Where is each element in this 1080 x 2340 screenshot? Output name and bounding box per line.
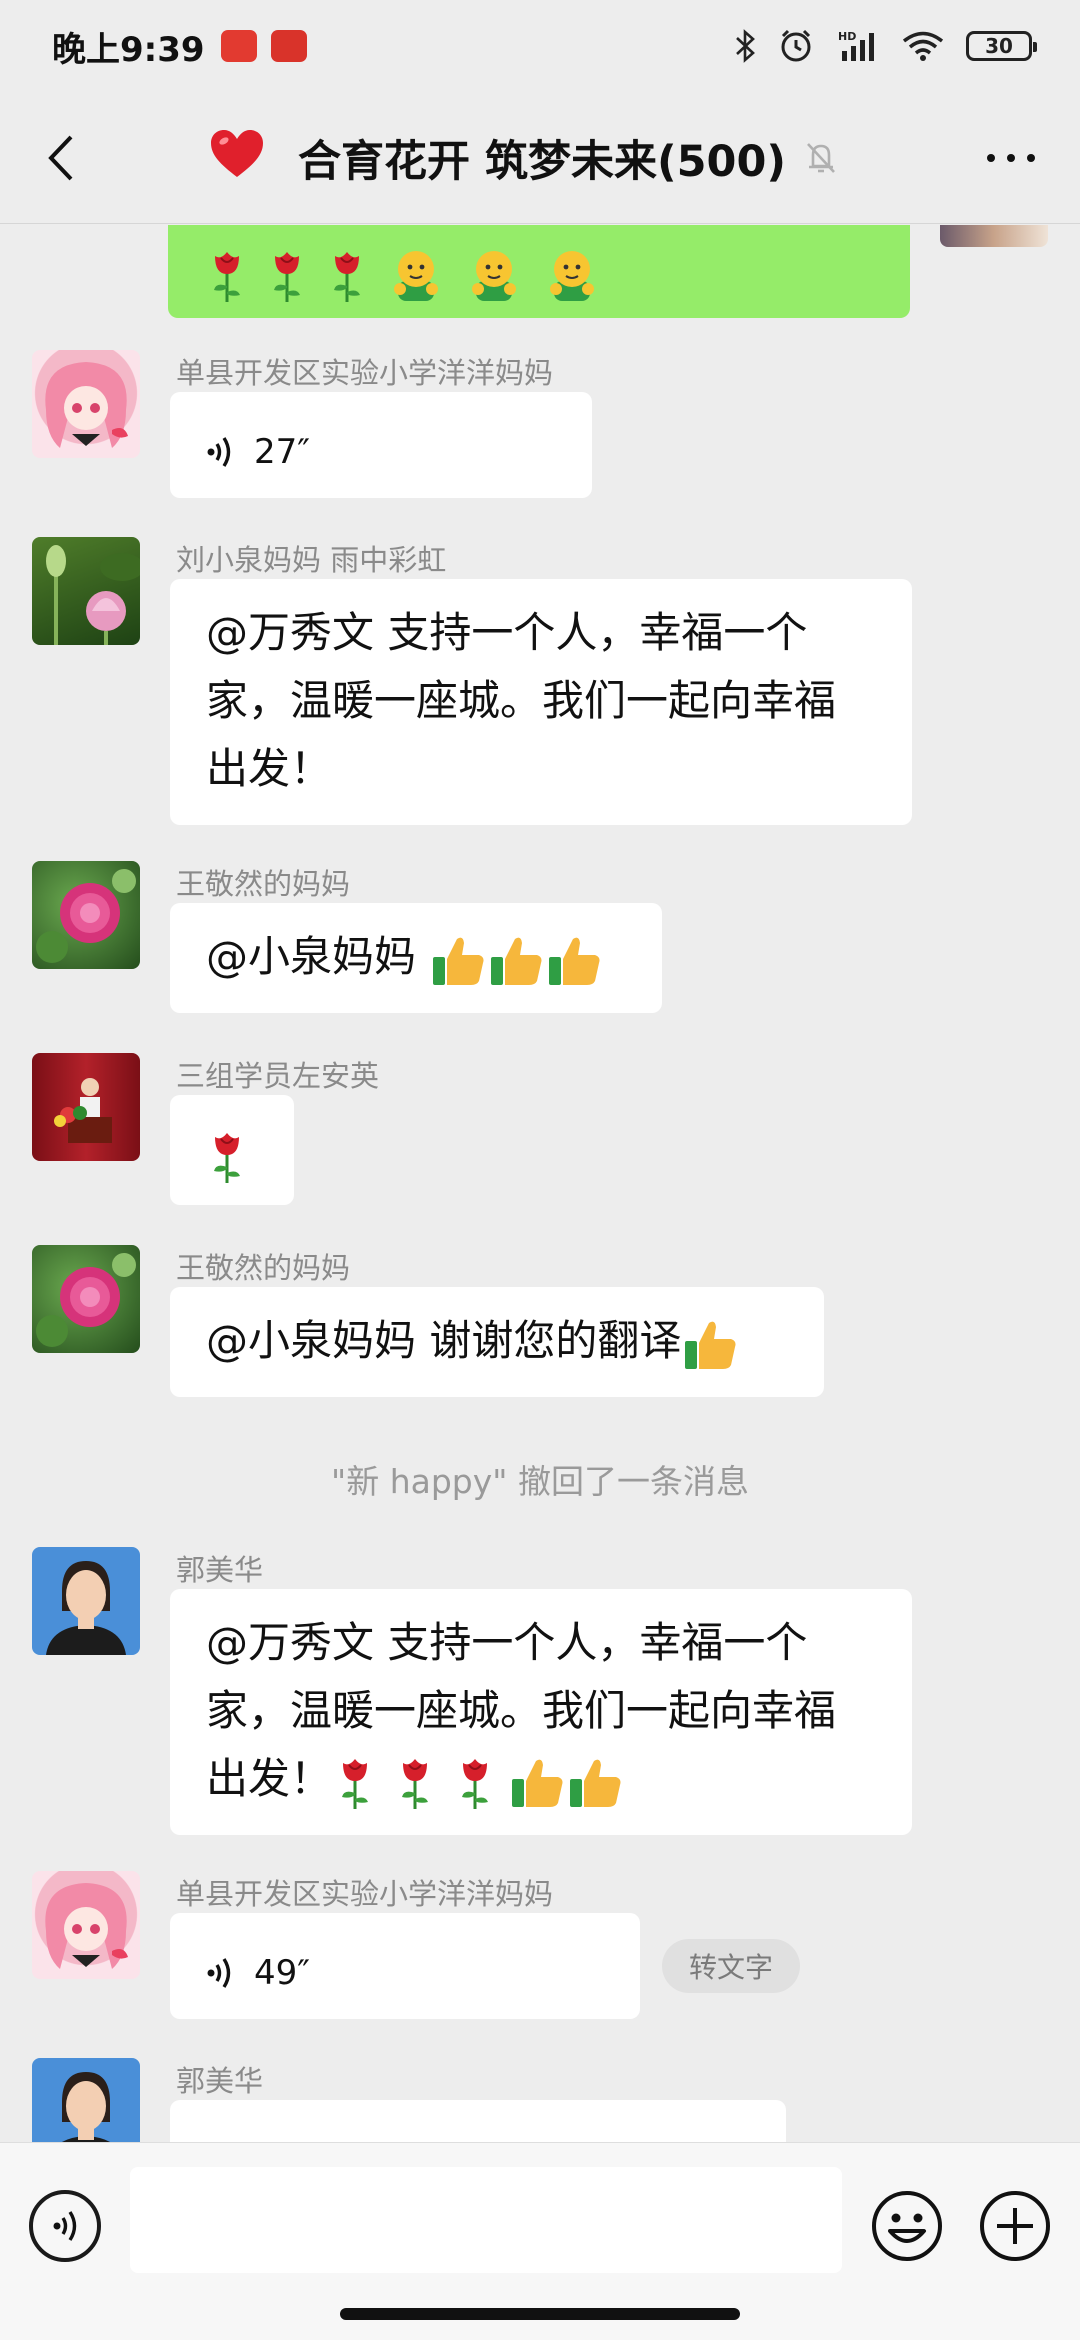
message-line-with-emoji: 出发！	[206, 1745, 876, 1813]
bluetooth-icon	[736, 29, 755, 63]
svg-text:HD: HD	[838, 30, 856, 43]
hug-emoji-icon	[550, 250, 594, 301]
message-line: 家，温暖一座城。我们一起向幸福	[206, 676, 837, 725]
back-button[interactable]	[30, 128, 90, 188]
voice-wave-icon	[207, 437, 231, 467]
more-functions-button[interactable]	[978, 2189, 1052, 2263]
thumbs-up-emoji-icon	[433, 937, 484, 985]
rose-emoji-icon	[214, 251, 240, 302]
sender-name: 郭美华	[176, 2064, 264, 2098]
sender-name: 刘小泉妈妈 雨中彩虹	[176, 543, 447, 577]
message-text: @小泉妈妈	[206, 932, 430, 981]
voice-duration: 49″	[254, 1953, 310, 1993]
hug-emoji-icon	[394, 250, 438, 301]
rose-emoji-icon	[214, 1132, 240, 1183]
text-message-bubble[interactable]: @小泉妈妈	[170, 903, 662, 1013]
wifi-icon	[902, 31, 944, 61]
avatar[interactable]	[32, 1871, 140, 1979]
thumbs-up-emoji-icon	[570, 1759, 621, 1807]
status-bar: 晚上9:39 HD 30	[0, 0, 1080, 92]
plus-icon	[980, 2191, 1050, 2261]
voice-message-bubble[interactable]: 27″	[170, 392, 592, 498]
notification-app-icon	[270, 30, 307, 62]
avatar[interactable]	[32, 1547, 140, 1655]
emoji-button[interactable]	[870, 2189, 944, 2263]
thumbs-up-emoji-icon	[549, 937, 600, 985]
rose-emoji-icon	[402, 1758, 429, 1809]
mute-bell-icon	[807, 143, 835, 173]
text-message-bubble[interactable]	[170, 2100, 786, 2142]
avatar[interactable]	[32, 537, 140, 645]
more-icon-dot	[1027, 154, 1035, 162]
message-text: @小泉妈妈 谢谢您的翻译	[206, 1316, 682, 1365]
more-icon-dot	[1007, 154, 1015, 162]
chat-messages[interactable]: 单县开发区实验小学洋洋妈妈 27″ 刘小泉妈妈 雨中彩虹 @万秀文 支持一个人，…	[0, 225, 1080, 2142]
smiley-icon	[872, 2191, 942, 2261]
rose-emoji-icon	[334, 251, 360, 302]
own-avatar[interactable]	[940, 225, 1048, 247]
rose-emoji-icon	[342, 1758, 369, 1809]
avatar-lotus-icon	[46, 545, 140, 645]
alarm-icon	[781, 29, 811, 62]
text-message-bubble[interactable]: @万秀文 支持一个人，幸福一个 家，温暖一座城。我们一起向幸福 出发！	[170, 1589, 912, 1835]
sender-name: 三组学员左安英	[176, 1059, 380, 1093]
hug-emoji-icon	[472, 250, 516, 301]
voice-input-toggle-button[interactable]	[29, 2190, 101, 2262]
message-line: @万秀文 支持一个人，幸福一个	[206, 608, 808, 657]
text-message-bubble[interactable]: @小泉妈妈 谢谢您的翻译	[170, 1287, 824, 1397]
rose-emoji-icon	[274, 251, 300, 302]
message-line: 出发！	[206, 1754, 333, 1803]
message-line: 家，温暖一座城。我们一起向幸福	[206, 1686, 837, 1735]
more-icon	[987, 154, 995, 162]
thumbs-up-emoji-icon	[512, 1759, 563, 1807]
message-line: @万秀文 支持一个人，幸福一个	[206, 1618, 808, 1667]
thumbs-up-emoji-icon	[491, 937, 542, 985]
group-title: 合育花开 筑梦未来(500)	[298, 137, 787, 187]
avatar-flower-icon	[36, 869, 136, 963]
own-message-bubble[interactable]	[168, 225, 910, 318]
voice-wave-icon	[207, 1958, 231, 1988]
avatar-anime-girl-icon	[45, 362, 128, 448]
sender-name: 王敬然的妈妈	[176, 1251, 351, 1285]
chat-title[interactable]: 合育花开 筑梦未来(500)	[210, 122, 838, 194]
sender-name: 单县开发区实验小学洋洋妈妈	[176, 356, 554, 390]
avatar[interactable]	[32, 2058, 140, 2142]
battery-level: 30	[985, 34, 1013, 58]
sender-name: 王敬然的妈妈	[176, 867, 351, 901]
avatar-anime-girl-icon	[45, 1883, 128, 1969]
sender-name: 郭美华	[176, 1553, 264, 1587]
signal-icon: HD	[838, 30, 874, 61]
voice-icon	[53, 2211, 77, 2241]
heart-icon	[210, 129, 264, 188]
message-line: 出发！	[206, 744, 333, 793]
emoji-message-bubble[interactable]	[170, 1095, 294, 1205]
avatar[interactable]	[32, 861, 140, 969]
home-indicator[interactable]	[340, 2308, 740, 2320]
avatar-flower-icon	[36, 1253, 136, 1347]
text-message-bubble[interactable]: @万秀文 支持一个人，幸福一个 家，温暖一座城。我们一起向幸福 出发！	[170, 579, 912, 825]
voice-message-bubble[interactable]: 49″	[170, 1913, 640, 2019]
recall-notice: "新 happy" 撤回了一条消息	[331, 1462, 749, 1501]
avatar-portrait-icon	[62, 2072, 110, 2142]
notification-app-icon	[220, 30, 257, 62]
avatar[interactable]	[32, 1053, 140, 1161]
voice-duration: 27″	[254, 432, 310, 472]
chat-header: 合育花开 筑梦未来(500)	[0, 92, 1080, 224]
status-time: 晚上9:39	[52, 29, 205, 70]
battery-icon: 30	[966, 31, 1037, 61]
avatar-stage-speaker-icon	[54, 1078, 112, 1143]
message-input[interactable]	[130, 2167, 842, 2273]
more-button[interactable]	[976, 136, 1046, 180]
convert-to-text-button[interactable]: 转文字	[662, 1939, 800, 1993]
avatar[interactable]	[32, 350, 140, 458]
avatar-portrait-icon	[46, 1561, 126, 1655]
thumbs-up-emoji-icon	[685, 1321, 736, 1369]
sender-name: 单县开发区实验小学洋洋妈妈	[176, 1877, 554, 1911]
rose-emoji-icon	[462, 1758, 489, 1809]
avatar[interactable]	[32, 1245, 140, 1353]
back-icon	[48, 135, 73, 181]
